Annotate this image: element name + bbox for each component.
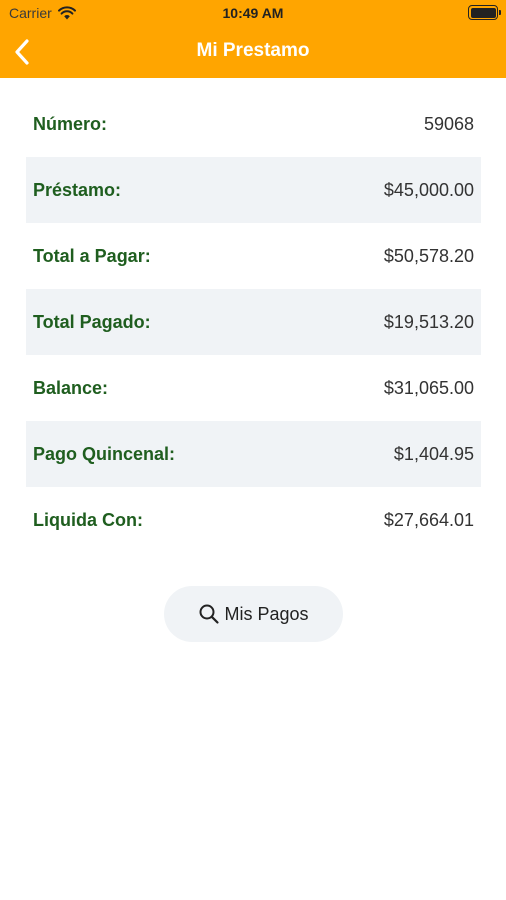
detail-value: $27,664.01 [383,509,474,530]
battery-icon [468,5,501,20]
detail-row-pago-quincenal: Pago Quincenal: $1,404.95 [26,421,481,487]
detail-label: Préstamo: [33,179,122,200]
status-time: 10:49 AM [222,5,284,21]
nav-bar: Mi Prestamo [0,28,506,78]
detail-row-numero: Número: 59068 [26,91,481,157]
detail-label: Total a Pagar: [33,245,151,266]
detail-label: Pago Quincenal: [33,443,176,464]
detail-row-total-a-pagar: Total a Pagar: $50,578.20 [26,223,481,289]
detail-row-balance: Balance: $31,065.00 [26,355,481,421]
detail-label: Número: [33,113,108,134]
detail-value: 59068 [423,113,474,134]
detail-value: $50,578.20 [383,245,474,266]
detail-row-total-pagado: Total Pagado: $19,513.20 [26,289,481,355]
search-icon [199,604,220,624]
detail-row-liquida-con: Liquida Con: $27,664.01 [26,487,481,553]
detail-label: Total Pagado: [33,311,151,332]
header: Carrier 10:49 AM Mi Prestamo [0,0,506,78]
loan-details: Número: 59068 Préstamo: $45,000.00 Total… [26,91,481,553]
detail-value: $1,404.95 [393,443,474,464]
detail-row-prestamo: Préstamo: $45,000.00 [26,157,481,223]
detail-label: Balance: [33,377,109,398]
detail-value: $19,513.20 [383,311,474,332]
page-title: Mi Prestamo [196,40,310,61]
detail-label: Liquida Con: [33,509,143,530]
status-bar: Carrier 10:49 AM [0,0,506,28]
detail-value: $31,065.00 [383,377,474,398]
mis-pagos-button[interactable]: Mis Pagos [164,586,343,642]
mis-pagos-label: Mis Pagos [224,603,309,624]
detail-value: $45,000.00 [383,179,474,200]
